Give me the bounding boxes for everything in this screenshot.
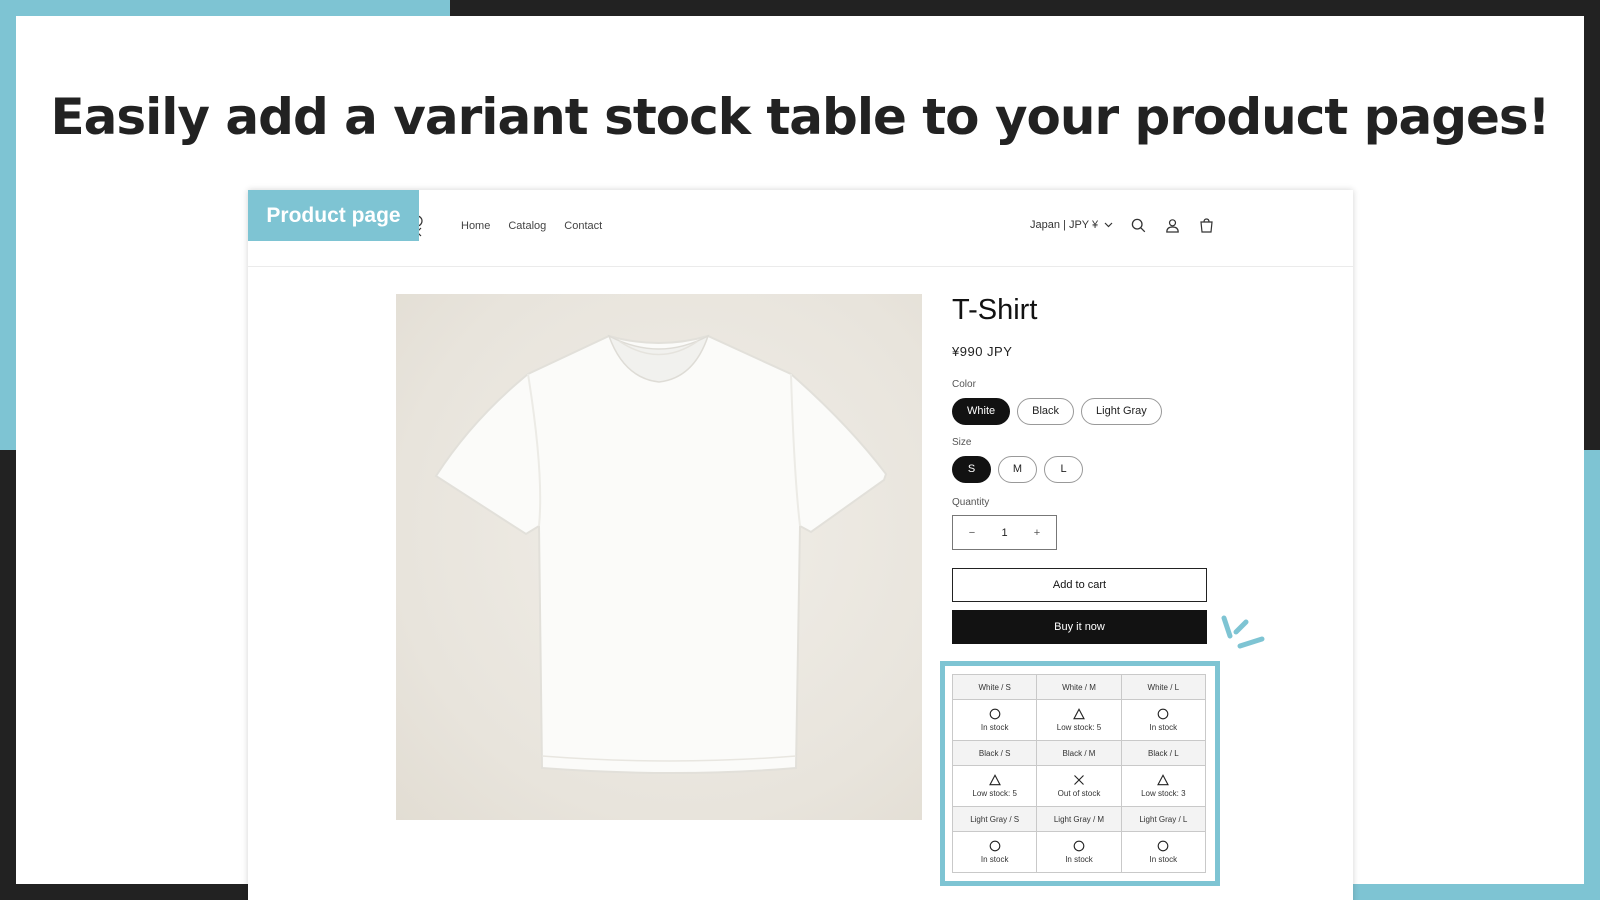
circle-icon: [1073, 840, 1085, 852]
triangle-icon: [988, 774, 1001, 786]
chevron-down-icon: [1104, 222, 1113, 228]
nav-item-catalog[interactable]: Catalog: [508, 220, 546, 232]
size-option-s[interactable]: S: [952, 456, 991, 483]
triangle-icon: [1157, 774, 1170, 786]
country-label: Japan | JPY ¥: [1030, 219, 1099, 231]
add-to-cart-button[interactable]: Add to cart: [952, 568, 1207, 602]
stock-status-cell: In stock: [951, 699, 1038, 741]
size-option-l[interactable]: L: [1044, 456, 1083, 483]
color-option-black[interactable]: Black: [1017, 398, 1075, 425]
stock-status-cell: Out of stock: [1036, 765, 1122, 807]
size-options: S M L: [952, 456, 1083, 483]
stock-status-text: In stock: [1065, 855, 1093, 864]
product-image[interactable]: [396, 294, 922, 820]
variant-header-cell: White / S: [951, 674, 1038, 700]
circle-icon: [989, 708, 1001, 720]
stock-status-cell: Low stock: 5: [951, 765, 1038, 807]
t-shirt-illustration: [434, 334, 888, 774]
circle-icon: [989, 840, 1001, 852]
cart-icon[interactable]: [1197, 216, 1215, 234]
search-icon[interactable]: [1129, 216, 1147, 234]
variant-header-cell: Black / M: [1036, 740, 1122, 766]
color-option-white[interactable]: White: [952, 398, 1011, 425]
sparkle-icon: [1221, 615, 1265, 649]
color-options: White Black Light Gray: [952, 398, 1162, 425]
country-selector[interactable]: Japan | JPY ¥: [1030, 219, 1113, 231]
stock-status-cell: Low stock: 3: [1120, 765, 1207, 807]
variant-header-cell: Light Gray / M: [1036, 806, 1122, 832]
stock-status-text: In stock: [980, 723, 1009, 732]
stock-status-cell: In stock: [1036, 831, 1122, 873]
triangle-icon: [1073, 708, 1085, 720]
stock-status-row: In stock Low stock: 5 In stock: [951, 699, 1207, 741]
stock-header-row: Light Gray / S Light Gray / M Light Gray /…: [951, 806, 1207, 832]
variant-stock-table: White / S White / M White / L In stock Low s…: [951, 674, 1207, 873]
variant-header-cell: White / L: [1120, 674, 1207, 700]
headline: Easily add a variant stock table to your…: [50, 88, 1551, 146]
buy-now-button[interactable]: Buy it now: [952, 610, 1207, 644]
circle-icon: [1157, 708, 1169, 720]
account-icon[interactable]: [1163, 216, 1181, 234]
stock-status-text: In stock: [1149, 855, 1178, 864]
stock-status-text: In stock: [980, 855, 1009, 864]
stock-status-cell: Low stock: 5: [1036, 699, 1122, 741]
quantity-increase-button[interactable]: +: [1030, 527, 1044, 539]
stock-status-row: In stock In stock In stock: [951, 831, 1207, 873]
stock-status-row: Low stock: 5 Out of stock Low stock: 3: [951, 765, 1207, 807]
header-actions: Japan | JPY ¥: [1030, 216, 1215, 234]
stock-status-cell: In stock: [1120, 831, 1207, 873]
variant-header-cell: Light Gray / L: [1120, 806, 1207, 832]
size-option-label: Size: [952, 437, 972, 448]
color-option-label: Color: [952, 379, 976, 390]
stock-status-cell: In stock: [951, 831, 1038, 873]
variant-header-cell: Black / S: [951, 740, 1038, 766]
main-nav: Home Catalog Contact: [461, 220, 602, 232]
variant-header-cell: Black / L: [1120, 740, 1207, 766]
product-price: ¥990 JPY: [952, 344, 1013, 359]
variant-header-cell: White / M: [1036, 674, 1122, 700]
stock-status-text: Low stock: 5: [972, 789, 1017, 798]
stock-status-text: Low stock: 5: [1056, 723, 1102, 732]
size-option-m[interactable]: M: [998, 456, 1037, 483]
product-title: T-Shirt: [952, 294, 1038, 326]
cross-icon: [1074, 775, 1084, 785]
quantity-label: Quantity: [952, 497, 990, 508]
nav-item-home[interactable]: Home: [461, 220, 490, 232]
variant-header-cell: Light Gray / S: [951, 806, 1038, 832]
color-option-light-gray[interactable]: Light Gray: [1081, 398, 1162, 425]
product-page-label: Product page: [248, 190, 419, 241]
nav-item-contact[interactable]: Contact: [564, 220, 602, 232]
header-divider: [248, 266, 1353, 267]
quantity-decrease-button[interactable]: −: [965, 527, 979, 539]
stock-status-text: In stock: [1149, 723, 1178, 732]
circle-icon: [1157, 840, 1169, 852]
stock-status-cell: In stock: [1120, 699, 1207, 741]
quantity-input[interactable]: 1: [1001, 527, 1007, 539]
stock-status-text: Low stock: 3: [1141, 789, 1186, 798]
stock-header-row: White / S White / M White / L: [951, 674, 1207, 700]
stock-status-text: Out of stock: [1057, 789, 1101, 798]
stock-header-row: Black / S Black / M Black / L: [951, 740, 1207, 766]
quantity-stepper: − 1 +: [952, 515, 1057, 550]
